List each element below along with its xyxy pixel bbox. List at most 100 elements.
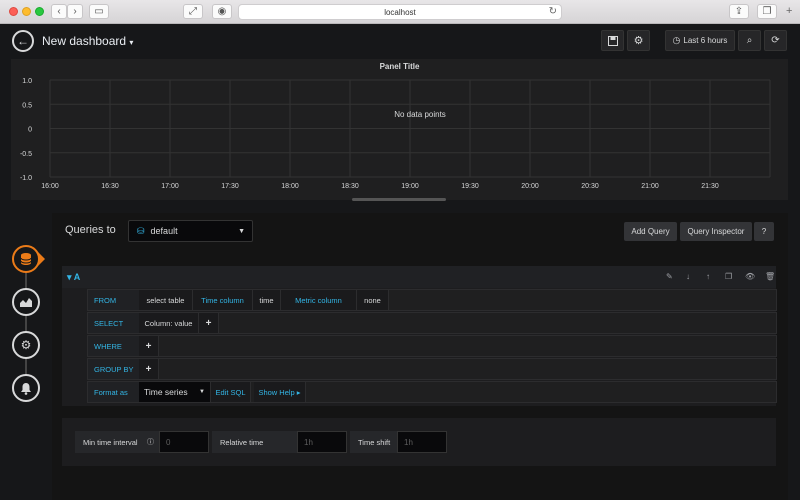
- edit-sql-button[interactable]: Edit SQL: [211, 382, 251, 402]
- visualization-tab-chart-icon[interactable]: [12, 288, 40, 316]
- dashboard-title-text: New dashboard: [42, 34, 127, 48]
- browser-toolbar: ‹ › ▭ ⤢ ◉ localhost ↻ ⇪ ❐ +: [0, 0, 800, 24]
- browser-forward-button[interactable]: ›: [67, 4, 83, 19]
- x-tick-label: 21:00: [641, 183, 659, 190]
- new-tab-icon[interactable]: +: [786, 5, 792, 17]
- edit-pencil-icon[interactable]: ✎: [666, 272, 673, 281]
- query-collapse-toggle[interactable]: ▾ A: [67, 272, 80, 283]
- x-tick-label: 20:30: [581, 183, 599, 190]
- select-column-value[interactable]: Column: value: [139, 313, 199, 333]
- queries-to-label: Queries to: [65, 224, 116, 236]
- relative-time-label: Relative time: [212, 431, 297, 453]
- back-arrow-icon[interactable]: ←: [12, 30, 34, 52]
- refresh-icon[interactable]: ⟳: [764, 30, 787, 51]
- min-time-interval-text: Min time interval: [83, 437, 138, 447]
- active-tab-indicator: [38, 252, 45, 266]
- save-icon[interactable]: [601, 30, 624, 51]
- browser-back-button[interactable]: ‹: [51, 4, 67, 19]
- x-tick-label: 21:30: [701, 183, 719, 190]
- dashboard-title[interactable]: New dashboard ▾: [42, 34, 133, 48]
- min-time-interval-input[interactable]: 0: [159, 431, 209, 453]
- query-options: Min time interval ⓘ 0 Relative time 1h T…: [62, 418, 776, 466]
- fullscreen-icon[interactable]: ⤢: [183, 4, 203, 19]
- show-help-button[interactable]: Show Help ▸: [254, 382, 306, 402]
- time-column-select[interactable]: time: [253, 290, 281, 310]
- no-data-message: No data points: [394, 110, 446, 119]
- time-shift-label: Time shift: [350, 431, 397, 453]
- sidebar-toggle-icon[interactable]: ▭: [89, 4, 109, 19]
- info-icon[interactable]: ⓘ: [147, 437, 154, 447]
- zoom-out-search-icon[interactable]: ⌕: [738, 30, 761, 51]
- x-tick-label: 16:00: [41, 183, 59, 190]
- add-group-by-plus-icon[interactable]: +: [139, 359, 159, 379]
- group-by-row: GROUP BY +: [87, 358, 777, 380]
- dashboard-navbar: ← New dashboard ▾ ⚙ ◷ Last 6 hours ⌕ ⟳: [0, 24, 800, 58]
- caret-down-icon: ▼: [199, 389, 205, 395]
- toggle-visibility-eye-icon[interactable]: 👁: [745, 272, 755, 281]
- query-inspector-button[interactable]: Query Inspector: [680, 222, 752, 241]
- general-tab-gear-icon[interactable]: ⚙: [12, 331, 40, 359]
- move-up-arrow-icon[interactable]: ↑: [706, 272, 710, 281]
- time-picker-button[interactable]: ◷ Last 6 hours: [665, 30, 735, 51]
- datasource-select[interactable]: ⛁ default ▼: [128, 220, 253, 242]
- y-tick-label: 0: [28, 127, 32, 134]
- minimize-window-button[interactable]: [22, 7, 31, 16]
- select-keyword: SELECT: [88, 313, 139, 333]
- graph-panel: Panel Title 1.0 0.5 0 -0.5 -1.0 16:00 16:30 17:…: [11, 59, 788, 201]
- tabs-overview-icon[interactable]: ❐: [757, 4, 777, 19]
- close-window-button[interactable]: [9, 7, 18, 16]
- time-shift-input[interactable]: 1h: [397, 431, 447, 453]
- database-icon: ⛁: [137, 225, 145, 236]
- privacy-icon[interactable]: ◉: [212, 4, 232, 19]
- clock-icon: ◷: [672, 35, 681, 45]
- where-row: WHERE +: [87, 335, 777, 357]
- query-editor: Queries to ⛁ default ▼ Add Query Query I…: [52, 213, 788, 500]
- group-by-keyword: GROUP BY: [88, 359, 139, 379]
- from-keyword: FROM: [88, 290, 139, 310]
- help-button[interactable]: ?: [754, 222, 774, 241]
- metric-column-select[interactable]: none: [357, 290, 389, 310]
- query-letter: A: [73, 272, 81, 282]
- query-row-header[interactable]: ▾ A ✎ ↓ ↑ ❐ 👁 🗑: [62, 266, 776, 288]
- graph-chart: 1.0 0.5 0 -0.5 -1.0 16:00 16:30 17:00 17:30 18:00…: [20, 78, 771, 190]
- add-select-plus-icon[interactable]: +: [199, 313, 219, 333]
- time-column-label: Time column: [193, 290, 253, 310]
- reload-icon[interactable]: ↻: [549, 6, 557, 17]
- x-tick-label: 19:00: [401, 183, 419, 190]
- where-keyword: WHERE: [88, 336, 139, 356]
- delete-trash-icon[interactable]: 🗑: [765, 272, 775, 281]
- settings-gear-icon[interactable]: ⚙: [627, 30, 650, 51]
- from-table-select[interactable]: select table: [139, 290, 193, 310]
- query-row-a: ▾ A ✎ ↓ ↑ ❐ 👁 🗑 FROM select table Time c…: [62, 266, 777, 406]
- x-tick-label: 18:30: [341, 183, 359, 190]
- panel-resize-handle[interactable]: [352, 198, 446, 201]
- side-tabs-connector: [25, 259, 27, 389]
- zoom-window-button[interactable]: [35, 7, 44, 16]
- duplicate-copy-icon[interactable]: ❐: [725, 272, 732, 281]
- add-query-button[interactable]: Add Query: [624, 222, 677, 241]
- y-tick-label: 0.5: [22, 102, 32, 109]
- x-tick-label: 18:00: [281, 183, 299, 190]
- select-row: SELECT Column: value +: [87, 312, 777, 334]
- x-tick-label: 17:00: [161, 183, 179, 190]
- y-tick-label: 1.0: [22, 78, 32, 85]
- time-range-label: Last 6 hours: [683, 36, 728, 45]
- min-time-interval-label: Min time interval ⓘ: [75, 431, 159, 453]
- add-where-plus-icon[interactable]: +: [139, 336, 159, 356]
- queries-tab-database-icon[interactable]: [12, 245, 40, 273]
- from-row: FROM select table Time column time Metri…: [87, 289, 777, 311]
- address-bar[interactable]: localhost ↻: [238, 4, 562, 20]
- format-as-row: Format as Time series ▼ Edit SQL Show He…: [87, 381, 777, 403]
- caret-down-icon: ▾: [129, 38, 134, 47]
- alert-tab-bell-icon[interactable]: [12, 374, 40, 402]
- caret-down-icon: ▼: [238, 228, 245, 235]
- format-as-select[interactable]: Time series ▼: [139, 382, 211, 402]
- format-as-keyword: Format as: [88, 382, 139, 402]
- x-tick-label: 20:00: [521, 183, 539, 190]
- relative-time-input[interactable]: 1h: [297, 431, 347, 453]
- metric-column-label: Metric column: [281, 290, 357, 310]
- move-down-arrow-icon[interactable]: ↓: [686, 272, 690, 281]
- share-icon[interactable]: ⇪: [729, 4, 749, 19]
- url-text: localhost: [384, 7, 416, 17]
- y-tick-label: -1.0: [20, 175, 32, 182]
